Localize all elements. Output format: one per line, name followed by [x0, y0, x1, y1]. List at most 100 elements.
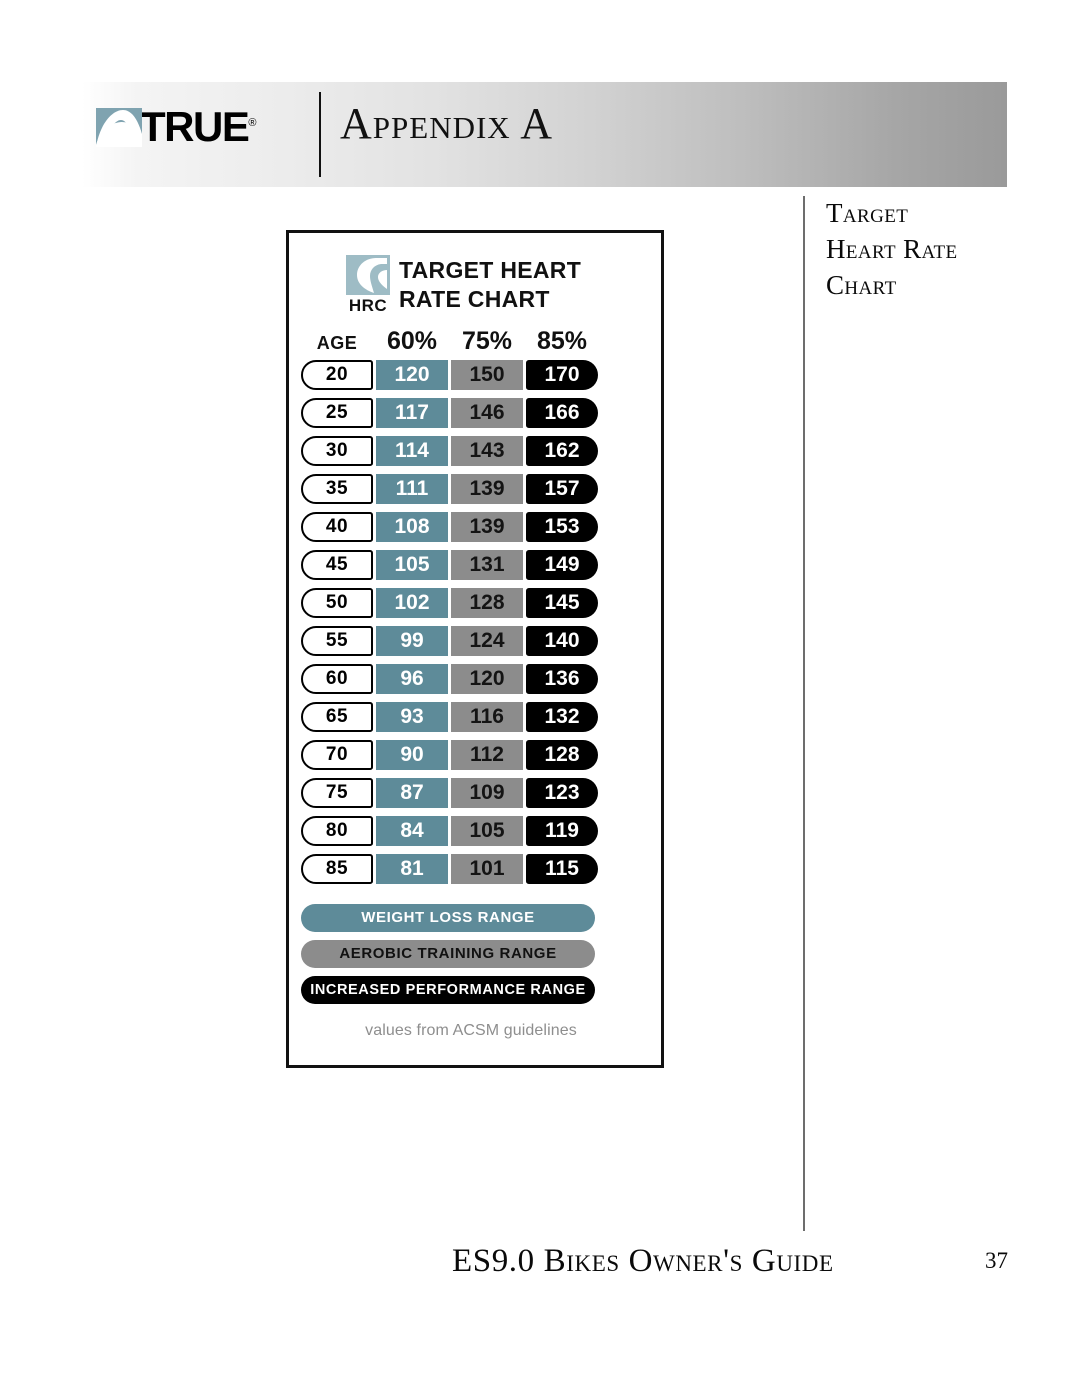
- rate-85-cell: 123: [526, 777, 598, 808]
- sidebar-title-line-1: Target: [826, 198, 909, 228]
- legend-weight-loss-range: WEIGHT LOSS RANGE: [301, 903, 595, 932]
- rate-85-cell: 162: [526, 435, 598, 466]
- table-row: 30 114 143 162: [301, 435, 661, 466]
- rate-85-cell: 115: [526, 853, 598, 884]
- column-header-85: 85%: [536, 326, 588, 355]
- table-row: 80 84 105 119: [301, 815, 661, 846]
- table-row: 65 93 116 132: [301, 701, 661, 732]
- heart-rate-table-body: 20 120 150 170 25 117 146 166 30 114 143 162 35 111 13…: [289, 359, 661, 884]
- table-row: 40 108 139 153: [301, 511, 661, 542]
- rate-75-cell: 101: [451, 853, 523, 884]
- rate-60-cell: 81: [376, 853, 448, 884]
- age-cell: 60: [301, 663, 373, 694]
- table-row: 60 96 120 136: [301, 663, 661, 694]
- page-number: 37: [985, 1248, 1008, 1273]
- column-header-60: 60%: [386, 326, 438, 355]
- rate-60-cell: 117: [376, 397, 448, 428]
- page-title: Appendix A: [340, 99, 554, 148]
- age-cell: 50: [301, 587, 373, 618]
- age-cell: 40: [301, 511, 373, 542]
- table-row: 50 102 128 145: [301, 587, 661, 618]
- age-cell: 35: [301, 473, 373, 504]
- sidebar-section-title: Target Heart Rate Chart: [826, 196, 1026, 304]
- vertical-divider-icon: [319, 92, 321, 177]
- hrc-badge-label: HRC: [348, 296, 388, 315]
- column-header-75: 75%: [461, 326, 513, 355]
- rate-85-cell: 119: [526, 815, 598, 846]
- rate-85-cell: 166: [526, 397, 598, 428]
- header-inner: TRUE® Appendix A: [82, 82, 1007, 187]
- rate-85-cell: 170: [526, 359, 598, 390]
- sidebar-title-line-3: Chart: [826, 269, 897, 300]
- table-row: 25 117 146 166: [301, 397, 661, 428]
- sidebar-vertical-rule: [803, 196, 805, 1231]
- rate-85-cell: 153: [526, 511, 598, 542]
- hrc-heart-mark-icon: [346, 255, 390, 295]
- rate-60-cell: 114: [376, 435, 448, 466]
- rate-60-cell: 108: [376, 511, 448, 542]
- table-row: 75 87 109 123: [301, 777, 661, 808]
- table-row: 55 99 124 140: [301, 625, 661, 656]
- true-wordmark-text: TRUE: [140, 103, 250, 150]
- age-cell: 20: [301, 359, 373, 390]
- rate-85-cell: 149: [526, 549, 598, 580]
- rate-75-cell: 139: [451, 473, 523, 504]
- legend-increased-performance-range: INCREASED PERFORMANCE RANGE: [301, 975, 595, 1004]
- true-wordmark: TRUE®: [140, 106, 256, 148]
- rate-85-cell: 128: [526, 739, 598, 770]
- hrc-badge: HRC: [346, 255, 390, 316]
- table-row: 45 105 131 149: [301, 549, 661, 580]
- card-title-line-2: RATE CHART: [399, 286, 550, 313]
- rate-60-cell: 90: [376, 739, 448, 770]
- table-column-headers: AGE 60% 75% 85%: [289, 316, 661, 360]
- chart-legend: WEIGHT LOSS RANGE AEROBIC TRAINING RANGE I…: [289, 892, 661, 1004]
- registered-trademark-icon: ®: [248, 117, 257, 129]
- rate-60-cell: 87: [376, 777, 448, 808]
- rate-60-cell: 111: [376, 473, 448, 504]
- age-cell: 75: [301, 777, 373, 808]
- true-brand-logo: TRUE®: [96, 104, 256, 150]
- age-cell: 25: [301, 397, 373, 428]
- rate-60-cell: 93: [376, 701, 448, 732]
- target-heart-rate-chart-card: HRC TARGET HEART RATE CHART AGE 60% 75% …: [286, 230, 664, 1068]
- rate-75-cell: 143: [451, 435, 523, 466]
- age-cell: 80: [301, 815, 373, 846]
- rate-85-cell: 136: [526, 663, 598, 694]
- column-header-age: AGE: [316, 332, 358, 353]
- rate-75-cell: 131: [451, 549, 523, 580]
- rate-75-cell: 146: [451, 397, 523, 428]
- page-header-banner: TRUE® Appendix A: [82, 82, 1007, 187]
- rate-85-cell: 157: [526, 473, 598, 504]
- age-cell: 45: [301, 549, 373, 580]
- age-cell: 65: [301, 701, 373, 732]
- rate-60-cell: 102: [376, 587, 448, 618]
- table-row: 70 90 112 128: [301, 739, 661, 770]
- rate-75-cell: 112: [451, 739, 523, 770]
- age-cell: 70: [301, 739, 373, 770]
- rate-75-cell: 116: [451, 701, 523, 732]
- card-title-line-1: TARGET HEART: [399, 257, 582, 283]
- legend-aerobic-training-range: AEROBIC TRAINING RANGE: [301, 939, 595, 968]
- true-arch-logo-icon: [96, 107, 142, 147]
- rate-75-cell: 120: [451, 663, 523, 694]
- rate-75-cell: 124: [451, 625, 523, 656]
- table-row: 20 120 150 170: [301, 359, 661, 390]
- card-heading: HRC TARGET HEART RATE CHART: [289, 233, 661, 316]
- rate-75-cell: 109: [451, 777, 523, 808]
- rate-60-cell: 99: [376, 625, 448, 656]
- table-row: 85 81 101 115: [301, 853, 661, 884]
- rate-85-cell: 132: [526, 701, 598, 732]
- age-cell: 30: [301, 435, 373, 466]
- rate-75-cell: 105: [451, 815, 523, 846]
- rate-60-cell: 84: [376, 815, 448, 846]
- age-cell: 55: [301, 625, 373, 656]
- rate-85-cell: 140: [526, 625, 598, 656]
- rate-60-cell: 105: [376, 549, 448, 580]
- table-row: 35 111 139 157: [301, 473, 661, 504]
- age-cell: 85: [301, 853, 373, 884]
- rate-75-cell: 150: [451, 359, 523, 390]
- footer-guide-title: ES9.0 Bikes Owner's Guide: [452, 1243, 834, 1279]
- source-note: values from ACSM guidelines: [365, 1021, 577, 1039]
- rate-60-cell: 120: [376, 359, 448, 390]
- rate-75-cell: 128: [451, 587, 523, 618]
